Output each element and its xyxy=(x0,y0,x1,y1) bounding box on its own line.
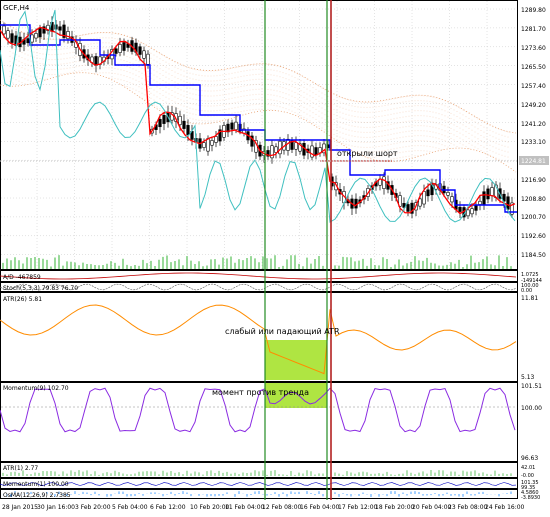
grid-lines xyxy=(1,1,517,269)
time-label-5: 10 Feb 20:00 xyxy=(190,504,230,511)
time-label-7: 12 Feb 08:00 xyxy=(262,504,302,511)
momentum-axis-2: 96.63 xyxy=(521,455,538,462)
candle xyxy=(318,142,322,157)
candle xyxy=(22,32,26,52)
candle xyxy=(490,182,494,202)
atr1-axis-0: 42.01 xyxy=(521,465,535,471)
atr26-axis-1: 5.13 xyxy=(521,374,535,381)
candle xyxy=(458,201,462,219)
mt4-chart-window[interactable]: GCF,H4 открыли шорт A/D -467859 Stoch(5,… xyxy=(0,0,550,513)
candle xyxy=(446,186,450,200)
osma-label: OsMA(12,26,9) 2.7385 xyxy=(3,492,71,499)
atr26-label: ATR(26) 5.81 xyxy=(3,296,42,303)
price-label-4: 1257.40 xyxy=(521,83,546,90)
symbol-label: GCF,H4 xyxy=(3,4,30,12)
candle xyxy=(218,125,222,146)
price-label-9: 1216.90 xyxy=(521,177,546,184)
candle xyxy=(486,185,490,204)
candle xyxy=(190,124,194,146)
price-label-0: 1289.80 xyxy=(521,7,546,14)
price-label-12: 1192.60 xyxy=(521,233,546,240)
price-label-3: 1265.50 xyxy=(521,64,546,71)
candle xyxy=(430,178,434,201)
time-label-6: 11 Feb 04:00 xyxy=(225,504,265,511)
candle xyxy=(226,119,230,137)
momentum-axis-1: 100.00 xyxy=(521,405,542,412)
candle xyxy=(118,37,122,57)
candle xyxy=(42,23,46,40)
candle xyxy=(46,20,50,35)
time-label-11: 20 Feb 04:00 xyxy=(412,504,452,511)
candle xyxy=(214,131,218,148)
indicator-lines xyxy=(0,9,517,269)
chart-canvas[interactable]: GCF,H4 открыли шорт A/D -467859 Stoch(5,… xyxy=(0,0,550,513)
ad-label: A/D -467859 xyxy=(3,274,41,281)
candle xyxy=(314,142,318,160)
price-label-1: 1281.70 xyxy=(521,26,546,33)
candle xyxy=(410,200,414,219)
candle xyxy=(266,146,270,160)
panel-frames xyxy=(0,0,518,499)
momentum-annotation: момент против тренда xyxy=(212,388,309,397)
candle xyxy=(94,53,98,73)
candle xyxy=(374,178,378,191)
candle xyxy=(10,29,14,49)
time-label-4: 6 Feb 12:00 xyxy=(150,504,186,511)
price-label-2: 1273.60 xyxy=(521,45,546,52)
price-axis: 1289.80 1281.70 1273.60 1265.50 1257.40 … xyxy=(519,7,549,501)
time-label-2: 3 Feb 20:00 xyxy=(75,504,111,511)
candle xyxy=(58,21,62,36)
price-label-10: 1208.80 xyxy=(521,196,546,203)
time-label-12: 23 Feb 08:00 xyxy=(448,504,488,511)
time-label-10: 18 Feb 20:00 xyxy=(375,504,415,511)
candle xyxy=(482,185,486,210)
momentum1-label: Momentum(1) 100.00 xyxy=(3,481,69,488)
current-price-tag: 1224.81 xyxy=(521,158,546,165)
time-label-9: 17 Feb 12:00 xyxy=(338,504,378,511)
time-label-8: 16 Feb 04:00 xyxy=(300,504,340,511)
atr-annotation: слабый или падающий ATR xyxy=(225,327,340,336)
candle xyxy=(210,136,214,152)
price-label-6: 1241.20 xyxy=(521,121,546,128)
price-label-13: 1184.50 xyxy=(521,252,546,259)
atr26-axis-0: 11.81 xyxy=(521,295,538,302)
candle xyxy=(230,119,234,136)
candle xyxy=(298,138,302,155)
atr1-axis-1: -0.00 xyxy=(521,473,534,479)
candle xyxy=(66,26,70,44)
atr1-label: ATR(1) 2.77 xyxy=(3,465,38,472)
candle xyxy=(274,143,278,159)
candle xyxy=(250,132,254,152)
time-label-0: 28 Jan 2015 xyxy=(2,504,38,511)
price-label-7: 1233.10 xyxy=(521,139,546,146)
candle xyxy=(322,138,326,157)
osma-axis-1: -3.8930 xyxy=(521,495,540,501)
candle xyxy=(62,20,66,43)
time-label-3: 5 Feb 04:00 xyxy=(112,504,148,511)
stoch-label: Stoch(5,3,3) 79.83 76.70 xyxy=(3,285,78,292)
momentum-axis-0: 101.51 xyxy=(521,383,542,390)
atr-highlight-box xyxy=(265,340,327,380)
candle xyxy=(254,135,258,160)
candle xyxy=(162,111,166,131)
momentum-label: Momentum(9) 102.70 xyxy=(3,385,69,392)
candle xyxy=(510,196,514,219)
price-label-5: 1249.20 xyxy=(521,102,546,109)
time-label-1: 30 Jan 16:00 xyxy=(37,504,75,511)
price-label-11: 1200.70 xyxy=(521,214,546,221)
time-axis: 28 Jan 2015 30 Jan 16:00 3 Feb 20:00 5 F… xyxy=(2,504,525,511)
candle xyxy=(182,114,186,134)
time-label-13: 24 Feb 16:00 xyxy=(485,504,525,511)
subwindow-lines xyxy=(0,272,517,497)
stoch-axis-1: 0.00 xyxy=(521,288,532,294)
candle xyxy=(378,174,382,191)
candle xyxy=(310,140,314,161)
short-annotation: открыли шорт xyxy=(337,149,398,158)
candle xyxy=(90,53,94,68)
